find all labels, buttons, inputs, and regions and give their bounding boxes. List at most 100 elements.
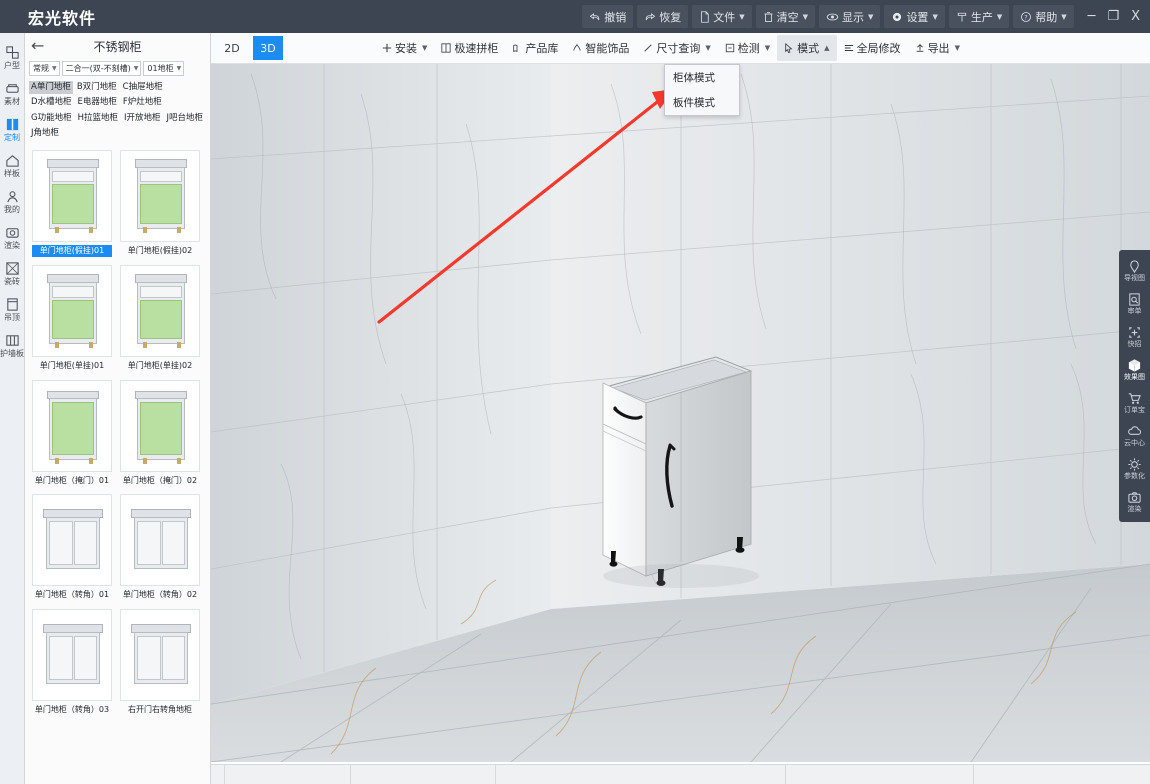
rail-item-sucai[interactable]: 素材 [0, 75, 25, 111]
category-item[interactable]: C抽屉地柜 [121, 81, 165, 94]
svg-text:?: ? [1025, 14, 1028, 21]
product-card[interactable]: 单门地柜（转角）02 [120, 494, 200, 601]
scene-render [211, 64, 1150, 762]
filter-value: 常规 [33, 64, 49, 73]
export-button[interactable]: 导出 ▼ [908, 35, 967, 61]
menu-item-panel-mode[interactable]: 板件模式 [665, 90, 739, 115]
category-item[interactable]: I开放地柜 [122, 112, 163, 125]
category-list: A单门地柜 B双门地柜 C抽屉地柜 D水槽地柜 E电器地柜 F炉灶地柜 G功能地… [25, 79, 210, 144]
chevron-down-icon: ▼ [932, 12, 938, 21]
redo-icon [644, 11, 656, 23]
category-item[interactable]: F炉灶地柜 [121, 96, 164, 109]
menu-item-cabinet-mode[interactable]: 柜体模式 [665, 65, 739, 90]
clear-button[interactable]: 清空 ▼ [755, 5, 816, 28]
display-menu-button[interactable]: 显示 ▼ [819, 5, 881, 28]
rrail-item-orderbao[interactable]: 订单宝 [1119, 386, 1150, 419]
product-card[interactable]: 单门地柜（掩门）02 [120, 379, 200, 487]
rrail-item-params[interactable]: 参数化 [1119, 452, 1150, 485]
product-thumbnail [120, 150, 200, 243]
product-card[interactable]: 单门地柜(假挂)02 [120, 150, 200, 257]
inspect-button[interactable]: 检测 ▼ [718, 35, 777, 61]
product-card[interactable]: 单门地柜（转角）01 [32, 494, 112, 601]
undo-button[interactable]: 撤销 [582, 5, 634, 28]
category-item[interactable]: J吧台地柜 [165, 112, 206, 125]
product-label: 单门地柜(单挂)02 [127, 360, 193, 370]
global-modify-button[interactable]: 全局修改 [837, 35, 908, 61]
product-card[interactable]: 单门地柜(单挂)02 [120, 264, 200, 372]
rail-label: 护墙板 [0, 349, 24, 358]
tab-2d[interactable]: 2D [217, 36, 247, 60]
chevron-down-icon: ▼ [868, 12, 874, 21]
chevron-down-icon: ▼ [954, 44, 960, 52]
production-menu-button[interactable]: 生产 ▼ [948, 5, 1010, 28]
rail-label: 样板 [4, 169, 20, 178]
back-button[interactable]: ← [31, 38, 44, 54]
category-item[interactable]: G功能地柜 [29, 112, 74, 125]
rail-item-dingzhi[interactable]: 定制 [0, 111, 25, 147]
filter-value: 01地柜 [147, 64, 174, 73]
filter-select-series[interactable]: 01地柜 ▼ [143, 61, 185, 76]
rail-item-huqiangban[interactable]: 护墙板 [0, 327, 25, 363]
chevron-down-icon: ▼ [705, 44, 711, 52]
mode-button[interactable]: 模式 ▲ [777, 35, 837, 61]
rail-label: 渲染 [4, 241, 20, 250]
install-button[interactable]: 安装 ▼ [375, 35, 434, 61]
category-item[interactable]: E电器地柜 [76, 96, 119, 109]
minimize-button[interactable]: ─ [1088, 10, 1096, 23]
settings-menu-button[interactable]: 设置 ▼ [884, 5, 945, 28]
rrail-item-render[interactable]: 渲染 [1119, 485, 1150, 518]
redo-button[interactable]: 恢复 [637, 5, 689, 28]
category-item[interactable]: A单门地柜 [29, 81, 73, 95]
rrail-label: 订单宝 [1124, 406, 1145, 414]
rrail-item-quickjoin[interactable]: 快招 [1119, 320, 1150, 353]
product-thumbnail [32, 264, 112, 357]
product-label: 单门地柜（转角）03 [34, 704, 110, 714]
rail-item-xuanran[interactable]: 渲染 [0, 219, 25, 255]
rail-label: 吊顶 [4, 313, 20, 322]
category-item[interactable]: J角地柜 [29, 127, 61, 140]
category-item[interactable]: H拉篮地柜 [76, 112, 120, 125]
help-menu-button[interactable]: ? 帮助 ▼ [1013, 5, 1074, 28]
status-segment [211, 765, 225, 784]
product-card[interactable]: 单门地柜(单挂)01 [32, 264, 112, 372]
rrail-item-review[interactable]: 审单 [1119, 287, 1150, 320]
navview-icon [1130, 260, 1139, 274]
product-card[interactable]: 单门地柜(假挂)01 [32, 150, 112, 257]
rrail-item-cloud[interactable]: 云中心 [1119, 419, 1150, 452]
rrail-item-rendering[interactable]: 效果图 [1119, 353, 1150, 386]
maximize-button[interactable]: ❐ [1107, 10, 1119, 23]
rrail-item-navview[interactable]: 导视图 [1119, 254, 1150, 287]
dimension-query-button[interactable]: 尺寸查询 ▼ [636, 35, 717, 61]
category-item[interactable]: D水槽地柜 [29, 96, 74, 109]
smart-ornament-button[interactable]: 智能饰品 [565, 35, 636, 61]
grid-icon [441, 43, 451, 53]
rail-item-huxing[interactable]: 户型 [0, 39, 25, 75]
category-item[interactable]: B双门地柜 [75, 81, 119, 94]
product-card[interactable]: 单门地柜（转角）03 [32, 608, 112, 716]
material-icon [5, 84, 19, 93]
viewport-3d[interactable] [211, 64, 1150, 762]
sliders-icon [844, 43, 854, 53]
title-bar: 宏光软件 撤销 恢复 文件 ▼ 清空 ▼ 显示 ▼ 设置 ▼ 生产 ▼ ? 帮助… [0, 0, 1150, 33]
status-segment [786, 765, 974, 784]
undo-icon [589, 11, 601, 23]
rail-item-diaoding[interactable]: 吊顶 [0, 291, 25, 327]
filter-select-combo[interactable]: 二合一(双-不刻槽) ▼ [61, 61, 142, 76]
tab-3d[interactable]: 3D [253, 36, 283, 60]
file-icon [699, 10, 710, 23]
rail-item-yangban[interactable]: 样板 [0, 147, 25, 183]
rail-item-wode[interactable]: 我的 [0, 183, 25, 219]
filter-select-type[interactable]: 常规 ▼ [29, 61, 60, 76]
product-card[interactable]: 右开门右转角地柜 [120, 608, 200, 716]
rrail-label: 参数化 [1124, 472, 1145, 480]
status-segment [496, 765, 786, 784]
product-card[interactable]: 单门地柜（掩门）01 [32, 379, 112, 487]
quick-assemble-button[interactable]: 极速拼柜 [434, 35, 505, 61]
file-menu-button[interactable]: 文件 ▼ [692, 5, 752, 28]
product-thumbnail [120, 608, 200, 701]
rail-item-cizhuan[interactable]: 瓷砖 [0, 255, 25, 291]
close-button[interactable]: X [1131, 10, 1140, 23]
ceiling-icon [6, 298, 18, 311]
export-label: 导出 [927, 42, 950, 55]
product-library-button[interactable]: 产品库 [505, 35, 565, 61]
